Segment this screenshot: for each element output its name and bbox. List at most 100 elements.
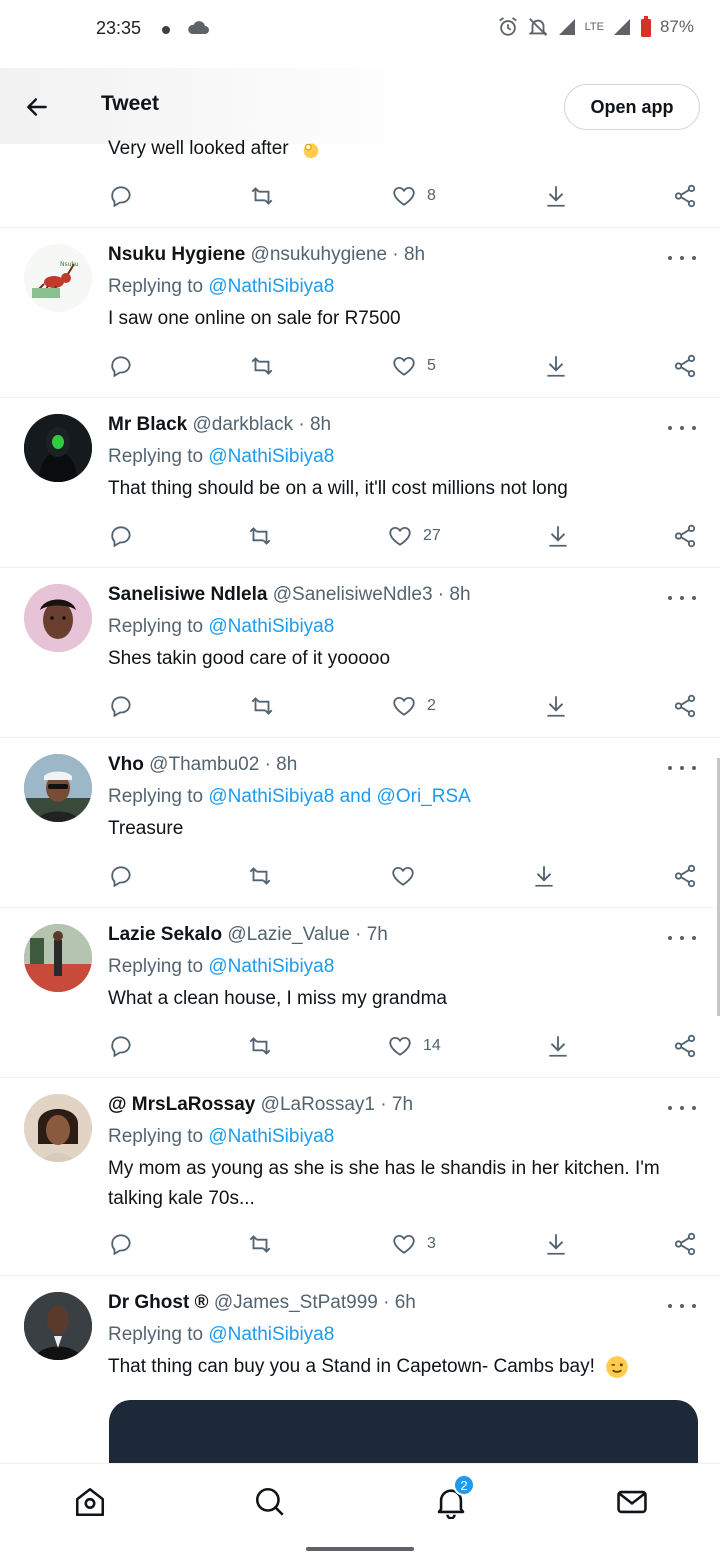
- share-button[interactable]: [672, 176, 698, 216]
- avatar[interactable]: [24, 1292, 92, 1360]
- nav-search[interactable]: [250, 1482, 290, 1522]
- mention-link[interactable]: @NathiSibiya8: [208, 276, 334, 297]
- reply-button[interactable]: [108, 686, 134, 726]
- share-icon: [674, 1232, 696, 1256]
- share-button[interactable]: [672, 1026, 698, 1066]
- back-button[interactable]: [20, 90, 54, 124]
- ok-hand-emoji-icon: [303, 143, 319, 159]
- avatar[interactable]: Nsuku: [24, 244, 92, 312]
- display-name[interactable]: @ MrsLaRossay: [108, 1094, 255, 1115]
- like-button[interactable]: 2: [391, 686, 436, 726]
- retweet-button[interactable]: [248, 176, 276, 216]
- avatar[interactable]: [24, 584, 92, 652]
- reply-button[interactable]: [108, 1026, 134, 1066]
- reply-button[interactable]: [108, 346, 134, 386]
- display-name[interactable]: Mr Black: [108, 414, 187, 435]
- share-button[interactable]: [672, 686, 698, 726]
- profile-photo-icon: [24, 1094, 92, 1162]
- home-indicator[interactable]: [306, 1547, 414, 1551]
- mention-link[interactable]: @NathiSibiya8: [208, 956, 334, 977]
- search-icon: [255, 1487, 284, 1516]
- profile-photo-icon: [24, 754, 92, 822]
- display-name[interactable]: Dr Ghost ®: [108, 1292, 209, 1313]
- mention-link[interactable]: @NathiSibiya8: [208, 616, 334, 637]
- avatar[interactable]: [24, 1094, 92, 1162]
- like-button[interactable]: [390, 856, 426, 896]
- reply-icon: [111, 1234, 131, 1256]
- like-button[interactable]: 8: [391, 176, 436, 216]
- more-options-button[interactable]: [668, 1296, 696, 1316]
- download-button[interactable]: [531, 856, 557, 896]
- more-options-button[interactable]: [668, 758, 696, 778]
- tweet-actions: 8: [0, 176, 720, 216]
- download-button[interactable]: [543, 176, 569, 216]
- like-button[interactable]: 14: [387, 1026, 441, 1066]
- mention-link[interactable]: @NathiSibiya8 and @Ori_RSA: [208, 786, 470, 807]
- like-button[interactable]: 5: [391, 346, 436, 386]
- share-button[interactable]: [672, 1224, 698, 1264]
- download-button[interactable]: [543, 346, 569, 386]
- display-name[interactable]: Nsuku Hygiene: [108, 244, 245, 265]
- retweet-button[interactable]: [246, 856, 274, 896]
- download-button[interactable]: [545, 516, 571, 556]
- open-app-button[interactable]: Open app: [564, 84, 700, 130]
- replying-to: Replying to @NathiSibiya8 and @Ori_RSA: [108, 786, 471, 808]
- nav-home[interactable]: [70, 1482, 110, 1522]
- reply-button[interactable]: [108, 1224, 134, 1264]
- more-options-button[interactable]: [668, 928, 696, 948]
- display-name[interactable]: Sanelisiwe Ndlela: [108, 584, 267, 605]
- tweet-actions: 27: [0, 516, 720, 556]
- share-icon: [674, 864, 696, 888]
- retweet-button[interactable]: [246, 516, 274, 556]
- like-button[interactable]: 27: [387, 516, 441, 556]
- wink-emoji-icon: [606, 1356, 629, 1378]
- tweet-text: That thing can buy you a Stand in Capeto…: [108, 1352, 688, 1382]
- reply-icon: [111, 1036, 131, 1058]
- replying-label: Replying to: [108, 446, 209, 467]
- retweet-button[interactable]: [246, 1224, 274, 1264]
- download-button[interactable]: [545, 1026, 571, 1066]
- display-name[interactable]: Lazie Sekalo: [108, 924, 222, 945]
- nav-notifications[interactable]: 2: [431, 1474, 475, 1522]
- display-name[interactable]: Vho: [108, 754, 144, 775]
- more-options-button[interactable]: [668, 418, 696, 438]
- avatar[interactable]: [24, 414, 92, 482]
- tweet-text: My mom as young as she is she has le sha…: [108, 1158, 660, 1209]
- reply-button[interactable]: [108, 516, 134, 556]
- retweet-icon: [251, 187, 273, 205]
- download-button[interactable]: [543, 1224, 569, 1264]
- replying-label: Replying to: [108, 276, 209, 297]
- download-button[interactable]: [543, 686, 569, 726]
- share-button[interactable]: [672, 516, 698, 556]
- reply-button[interactable]: [108, 856, 134, 896]
- more-options-button[interactable]: [668, 1098, 696, 1118]
- handle-time: @James_StPat999 · 6h: [213, 1292, 416, 1313]
- replying-label: Replying to: [108, 786, 209, 807]
- handle-time: @LaRossay1 · 7h: [260, 1094, 414, 1115]
- reply-icon: [111, 186, 131, 208]
- mention-link[interactable]: @NathiSibiya8: [208, 1324, 334, 1345]
- download-icon: [547, 696, 565, 717]
- battery-icon: [640, 16, 651, 37]
- avatar[interactable]: [24, 924, 92, 992]
- retweet-button[interactable]: [246, 1026, 274, 1066]
- avatar[interactable]: [24, 754, 92, 822]
- replying-label: Replying to: [108, 616, 209, 637]
- handle-time: @darkblack · 8h: [192, 414, 332, 435]
- more-options-button[interactable]: [668, 248, 696, 268]
- reply-button[interactable]: [108, 176, 134, 216]
- divider: [0, 737, 720, 738]
- reply-icon: [111, 526, 131, 548]
- mention-link[interactable]: @NathiSibiya8: [208, 446, 334, 467]
- like-button[interactable]: 3: [391, 1224, 436, 1264]
- download-icon: [535, 866, 553, 887]
- share-button[interactable]: [672, 346, 698, 386]
- share-button[interactable]: [672, 856, 698, 896]
- retweet-button[interactable]: [248, 686, 276, 726]
- like-count: 5: [427, 357, 436, 374]
- retweet-button[interactable]: [248, 346, 276, 386]
- mention-link[interactable]: @NathiSibiya8: [208, 1126, 334, 1147]
- tweet-text: That thing should be on a will, it'll co…: [108, 478, 568, 499]
- more-options-button[interactable]: [668, 588, 696, 608]
- nav-messages[interactable]: [612, 1482, 652, 1522]
